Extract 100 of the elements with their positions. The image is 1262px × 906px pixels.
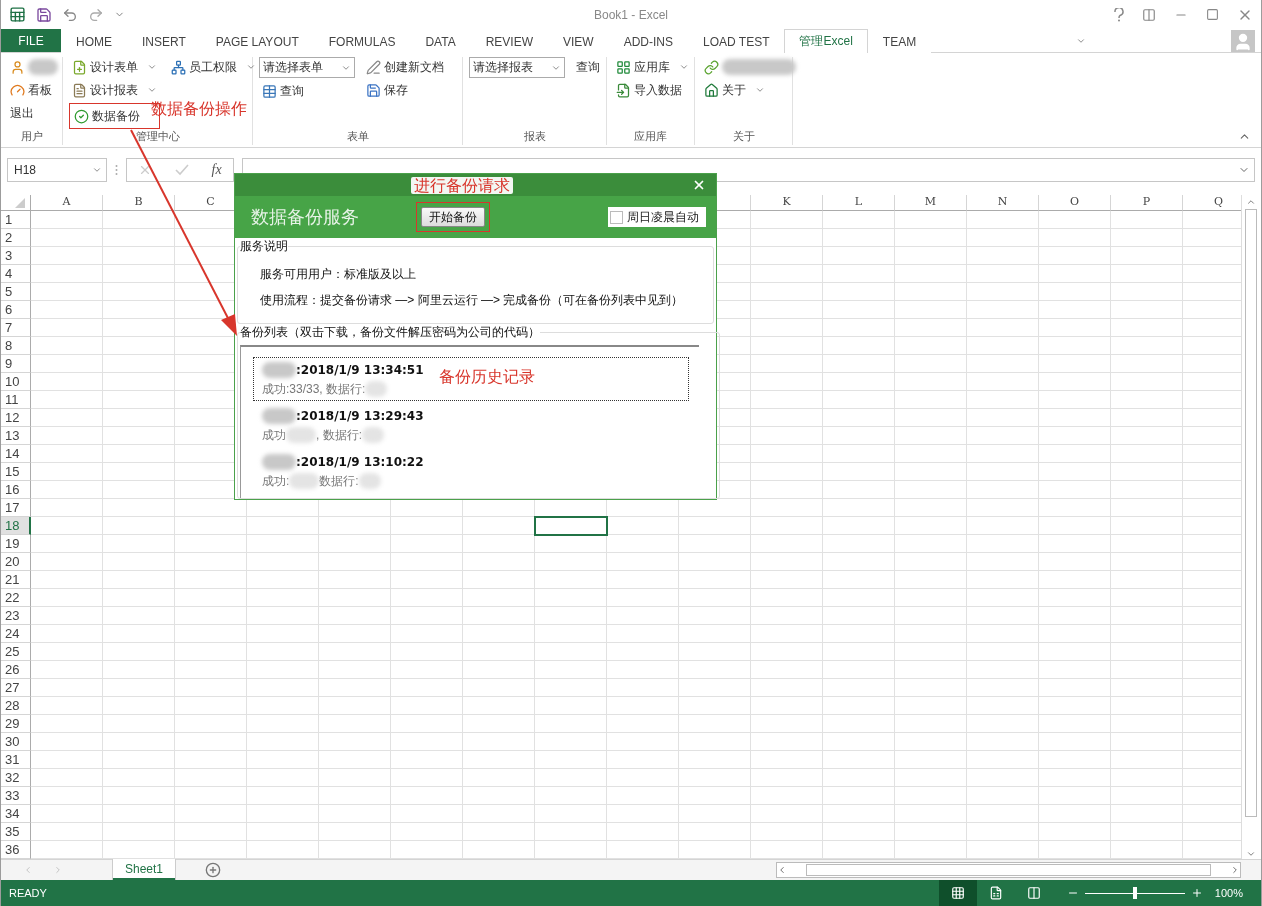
sheet-tab[interactable]: Sheet1 <box>113 859 176 880</box>
row-header[interactable]: 18 <box>1 517 31 535</box>
column-header[interactable]: P <box>1111 195 1183 211</box>
scroll-right-icon[interactable] <box>1230 865 1240 875</box>
zoom-thumb[interactable] <box>1132 887 1137 899</box>
row-header[interactable]: 12 <box>1 409 31 427</box>
ribbon-button[interactable]: 保存 <box>363 80 447 100</box>
save-icon[interactable] <box>36 6 52 23</box>
select-field[interactable]: 请选择表单 <box>259 57 355 78</box>
info-text: 服务可用用户：标准版及以上 <box>260 266 417 283</box>
insert-function-button[interactable]: fx <box>211 162 222 178</box>
caret-icon <box>147 62 157 72</box>
backup-time: :2018/1/9 13:29:43 <box>296 408 424 423</box>
ribbon-menu-button[interactable]: 设计表单 <box>69 57 160 77</box>
row-header[interactable]: 20 <box>1 553 31 571</box>
row-header[interactable]: 21 <box>1 571 31 589</box>
column-header[interactable]: Q <box>1183 195 1241 211</box>
row-header[interactable]: 5 <box>1 283 31 301</box>
ribbon-button[interactable]: 查询 <box>573 57 603 77</box>
help-icon[interactable] <box>1114 7 1124 22</box>
window-title: Book1 - Excel <box>592 7 669 22</box>
row-header[interactable]: 9 <box>1 355 31 373</box>
enter-icon[interactable] <box>174 164 189 176</box>
row-header[interactable]: 23 <box>1 607 31 625</box>
redo-icon[interactable] <box>88 6 104 23</box>
column-header[interactable]: O <box>1039 195 1111 211</box>
column-header[interactable]: M <box>895 195 967 211</box>
row-header[interactable]: 26 <box>1 661 31 679</box>
backup-entry[interactable]: :2018/1/9 13:29:43 成功 , 数据行: <box>253 403 689 447</box>
row-header[interactable]: 22 <box>1 589 31 607</box>
row-header[interactable]: 13 <box>1 427 31 445</box>
gauge-icon <box>10 82 25 98</box>
start-backup-button[interactable]: 开始备份 <box>421 207 485 227</box>
row-header[interactable]: 10 <box>1 373 31 391</box>
column-header[interactable]: B <box>103 195 175 211</box>
ribbon-button[interactable]: 退出 <box>7 103 61 123</box>
zoom-in-icon[interactable] <box>1190 887 1203 899</box>
backup-entry[interactable]: :2018/1/9 13:10:22 成功: 数据行: <box>253 449 689 493</box>
horizontal-scrollbar[interactable] <box>776 862 1241 878</box>
row-header[interactable]: 35 <box>1 823 31 841</box>
ribbon-menu-button[interactable]: 员工权限 <box>168 57 259 77</box>
row-header[interactable]: 6 <box>1 301 31 319</box>
row-header[interactable]: 16 <box>1 481 31 499</box>
row-header[interactable]: 33 <box>1 787 31 805</box>
column-header[interactable]: A <box>31 195 103 211</box>
row-header[interactable]: 8 <box>1 337 31 355</box>
grid-icon <box>616 59 631 75</box>
excel-logo-icon[interactable] <box>9 6 26 23</box>
select-field[interactable]: 请选择报表 <box>469 57 565 78</box>
row-header[interactable]: 31 <box>1 751 31 769</box>
zoom-level[interactable]: 100% <box>1214 887 1243 899</box>
column-header[interactable]: N <box>967 195 1039 211</box>
scroll-left-icon[interactable] <box>777 865 787 875</box>
row-header[interactable]: 29 <box>1 715 31 733</box>
column-header[interactable]: L <box>823 195 895 211</box>
form-icon <box>72 59 87 75</box>
column-header[interactable]: K <box>751 195 823 211</box>
row-header[interactable]: 2 <box>1 229 31 247</box>
avatar[interactable] <box>1231 29 1255 52</box>
caret-icon <box>92 165 102 175</box>
scroll-down-icon[interactable] <box>1245 849 1256 859</box>
selected-cell[interactable] <box>534 516 608 536</box>
view-button[interactable] <box>938 880 977 906</box>
ribbon-button[interactable]: 看板 <box>7 80 61 100</box>
add-sheet-icon[interactable] <box>205 862 222 878</box>
save-icon <box>366 82 381 98</box>
row-header[interactable]: 1 <box>1 211 31 229</box>
ribbon-menu-button[interactable]: 关于 <box>701 80 799 100</box>
home-icon <box>704 82 719 98</box>
blurred-area <box>365 381 388 397</box>
backup-detail: 成功 <box>262 426 286 444</box>
ribbon-display-icon[interactable] <box>1142 7 1156 22</box>
row-header[interactable]: 4 <box>1 265 31 283</box>
row-header[interactable]: 11 <box>1 391 31 409</box>
backup-detail: 成功: <box>262 472 290 490</box>
undo-icon[interactable] <box>62 6 78 23</box>
ribbon-menu-button[interactable]: 应用库 <box>613 57 692 77</box>
row-header[interactable]: 32 <box>1 769 31 787</box>
close-icon[interactable] <box>692 178 706 192</box>
ribbon-button[interactable]: 创建新文档 <box>363 57 447 77</box>
row-header[interactable]: 25 <box>1 643 31 661</box>
row-header[interactable]: 19 <box>1 535 31 553</box>
ribbon-tab[interactable]: FILE <box>1 29 61 52</box>
row-header[interactable]: 28 <box>1 697 31 715</box>
row-header[interactable]: 30 <box>1 733 31 751</box>
row-header[interactable]: 24 <box>1 625 31 643</box>
row-header[interactable]: 15 <box>1 463 31 481</box>
ribbon-button[interactable]: 查询 <box>259 81 355 101</box>
row-header[interactable]: 14 <box>1 445 31 463</box>
ribbon-menu-button[interactable]: 设计报表 <box>69 80 160 100</box>
checkbox[interactable] <box>610 210 623 224</box>
maximize-icon[interactable] <box>1206 8 1219 21</box>
row-header[interactable]: 34 <box>1 805 31 823</box>
scroll-up-icon[interactable] <box>1245 197 1256 207</box>
ribbon-button[interactable]: 导入数据 <box>613 80 692 100</box>
name-box[interactable]: H18 <box>7 158 107 182</box>
ribbon-tab[interactable]: 管理Excel <box>784 29 868 53</box>
row-header[interactable]: 3 <box>1 247 31 265</box>
row-header[interactable]: 7 <box>1 319 31 337</box>
row-header[interactable]: 27 <box>1 679 31 697</box>
